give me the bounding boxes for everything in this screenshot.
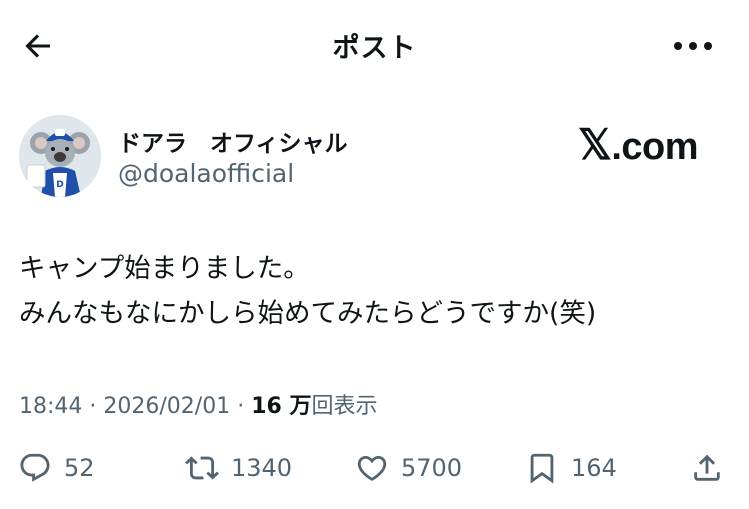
meta-separator: · [82, 394, 104, 419]
svg-text:D: D [56, 180, 63, 190]
post-text: キャンプ始まりました。 みんなもなにかしら始めてみたらどうですか(笑) [19, 246, 596, 336]
x-logo-suffix: .com [611, 126, 699, 168]
author-handle[interactable]: @doalaofficial [118, 159, 294, 188]
like-count: 5700 [401, 454, 463, 482]
x-logo-mark: 𝕏 [578, 123, 612, 169]
reply-count: 52 [64, 454, 95, 482]
more-horizontal-icon [674, 42, 712, 50]
avatar[interactable]: D [19, 115, 101, 197]
reply-button[interactable]: 52 [18, 448, 95, 488]
action-bar: 52 1340 5700 164 [0, 448, 749, 492]
heart-icon [357, 455, 387, 481]
post-meta: 18:44 · 2026/02/01 · 16 万回表示 [19, 388, 377, 420]
koala-mascot-avatar-icon: D [19, 115, 101, 197]
x-com-logo: 𝕏.com [578, 120, 699, 170]
post-date[interactable]: 2026/02/01 [103, 394, 230, 419]
repost-icon [185, 456, 219, 480]
page-title: ポスト [332, 33, 417, 64]
post-time[interactable]: 18:44 [19, 394, 82, 419]
like-button[interactable]: 5700 [355, 448, 462, 488]
bookmark-button[interactable]: 164 [525, 448, 617, 488]
share-icon [694, 454, 720, 481]
views-count[interactable]: 16 万 [251, 394, 311, 419]
repost-button[interactable]: 1340 [185, 448, 292, 488]
share-button[interactable] [690, 448, 724, 488]
post-text-line: キャンプ始まりました。 [19, 253, 310, 284]
views-label[interactable]: 回表示 [311, 394, 377, 419]
top-bar: ポスト [0, 0, 749, 92]
repost-count: 1340 [231, 454, 293, 482]
more-button[interactable] [668, 24, 718, 68]
reply-icon [20, 453, 50, 482]
author-display-name[interactable]: ドアラ オフィシャル [118, 124, 348, 158]
bookmark-count: 164 [571, 454, 617, 482]
post-text-line: みんなもなにかしら始めてみたらどうですか(笑) [19, 298, 597, 329]
meta-separator: · [230, 394, 252, 419]
bookmark-icon [530, 453, 554, 484]
